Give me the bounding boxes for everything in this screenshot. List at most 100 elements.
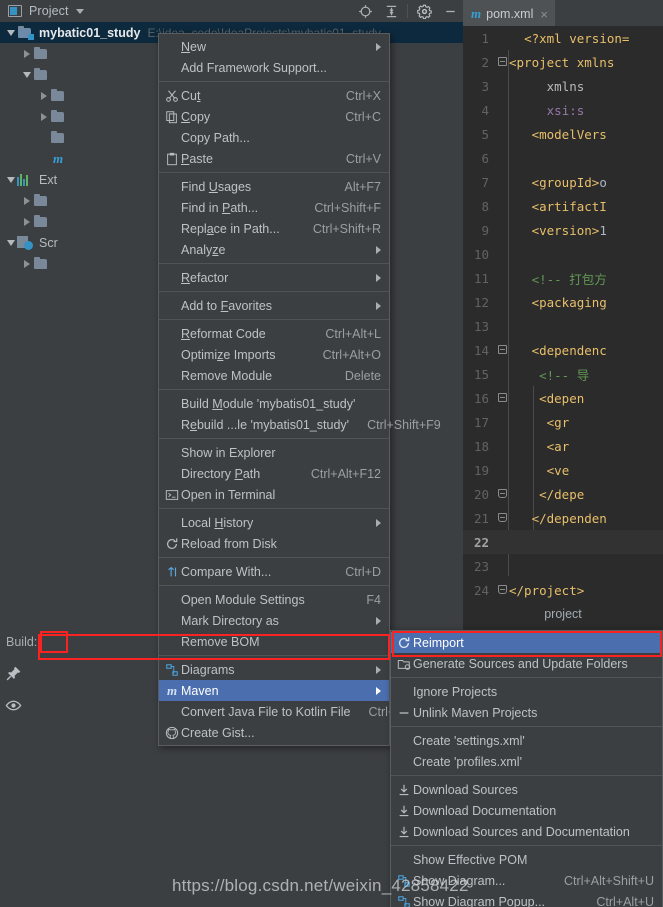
minimize-icon[interactable] [437, 0, 463, 22]
menu-item-label: Copy [181, 109, 211, 124]
folder-icon [33, 68, 49, 81]
expand-arrow-icon[interactable] [4, 236, 17, 249]
expand-arrow-icon[interactable] [37, 110, 50, 123]
menu-item-reimport[interactable]: Reimport [391, 632, 662, 653]
fold-gutter[interactable] [495, 122, 509, 146]
editor-breadcrumb[interactable]: project [463, 601, 663, 627]
menu-item-reformat-code[interactable]: Reformat Code Ctrl+Alt+L [159, 323, 389, 344]
menu-item-add-to-favorites[interactable]: Add to Favorites [159, 295, 389, 316]
fold-gutter[interactable] [495, 290, 509, 314]
menu-item-download-documentation[interactable]: Download Documentation [391, 800, 662, 821]
menu-item-paste[interactable]: Paste Ctrl+V [159, 148, 389, 169]
code-fold-icon[interactable] [498, 585, 507, 594]
fold-gutter[interactable] [495, 434, 509, 458]
fold-gutter[interactable] [495, 482, 509, 506]
menu-item-find-in-path[interactable]: Find in Path... Ctrl+Shift+F [159, 197, 389, 218]
menu-item-copy[interactable]: Copy Ctrl+C [159, 106, 389, 127]
expand-arrow-icon[interactable] [20, 215, 33, 228]
fold-gutter[interactable] [495, 578, 509, 601]
menu-item-refactor[interactable]: Refactor [159, 267, 389, 288]
code-fold-icon[interactable] [498, 393, 507, 402]
menu-item-analyze[interactable]: Analyze [159, 239, 389, 260]
locate-icon[interactable] [352, 0, 378, 22]
fold-gutter[interactable] [495, 314, 509, 338]
menu-item-ignore-projects[interactable]: Ignore Projects [391, 681, 662, 702]
menu-item-compare-with[interactable]: Compare With... Ctrl+D [159, 561, 389, 582]
fold-gutter[interactable] [495, 338, 509, 362]
menu-item-create-gist[interactable]: Create Gist... [159, 722, 389, 743]
menu-item-show-effective-pom[interactable]: Show Effective POM [391, 849, 662, 870]
close-icon[interactable]: × [540, 7, 548, 22]
menu-item-open-in-terminal[interactable]: Open in Terminal [159, 484, 389, 505]
fold-gutter[interactable] [495, 194, 509, 218]
menu-item-copy-path[interactable]: Copy Path... [159, 127, 389, 148]
menu-item-local-history[interactable]: Local History [159, 512, 389, 533]
code-fold-icon[interactable] [498, 57, 507, 66]
fold-gutter[interactable] [495, 458, 509, 482]
code-fold-icon[interactable] [498, 489, 507, 498]
fold-gutter[interactable] [495, 242, 509, 266]
editor-tab-pom-xml[interactable]: m pom.xml × [463, 0, 555, 26]
menu-item-remove-bom[interactable]: Remove BOM [159, 631, 389, 652]
chevron-down-icon[interactable] [75, 8, 84, 14]
settings-gear-icon[interactable] [411, 0, 437, 22]
expand-arrow-icon[interactable] [20, 257, 33, 270]
github-icon [163, 725, 181, 741]
fold-gutter[interactable] [495, 554, 509, 578]
code-fold-icon[interactable] [498, 513, 507, 522]
menu-item-unlink-maven-projects[interactable]: Unlink Maven Projects [391, 702, 662, 723]
menu-item-maven[interactable]: m Maven [159, 680, 389, 701]
menu-item-directory-path[interactable]: Directory Path Ctrl+Alt+F12 [159, 463, 389, 484]
fold-gutter[interactable] [495, 74, 509, 98]
menu-item-label: Local History [181, 515, 254, 530]
menu-item-mark-directory-as[interactable]: Mark Directory as [159, 610, 389, 631]
code-text: xmlns [546, 78, 585, 94]
menu-item-rebuild-le-mybatis01-study[interactable]: Rebuild ...le 'mybatis01_study' Ctrl+Shif… [159, 414, 441, 435]
expand-arrow-icon[interactable] [20, 68, 33, 81]
fold-gutter[interactable] [495, 386, 509, 410]
fold-gutter[interactable] [495, 506, 509, 530]
menu-item-find-usages[interactable]: Find Usages Alt+F7 [159, 176, 389, 197]
fold-gutter[interactable] [495, 98, 509, 122]
menu-item-add-framework-support[interactable]: Add Framework Support... [159, 57, 389, 78]
menu-item-diagrams[interactable]: Diagrams [159, 659, 389, 680]
menu-item-optimize-imports[interactable]: Optimize Imports Ctrl+Alt+O [159, 344, 389, 365]
menu-item-open-module-settings[interactable]: Open Module Settings F4 [159, 589, 389, 610]
menu-item-new[interactable]: New [159, 36, 389, 57]
menu-item-reload-from-disk[interactable]: Reload from Disk [159, 533, 389, 554]
menu-separator [159, 438, 389, 439]
fold-gutter[interactable] [495, 50, 509, 74]
menu-item-show-in-explorer[interactable]: Show in Explorer [159, 442, 389, 463]
menu-item-download-sources-and-documentation[interactable]: Download Sources and Documentation [391, 821, 662, 842]
fold-gutter[interactable] [495, 362, 509, 386]
fold-gutter[interactable] [495, 170, 509, 194]
fold-gutter[interactable] [495, 530, 509, 554]
menu-item-cut[interactable]: Cut Ctrl+X [159, 85, 389, 106]
collapse-all-icon[interactable] [378, 0, 404, 22]
code-fold-icon[interactable] [498, 345, 507, 354]
expand-arrow-icon[interactable] [37, 89, 50, 102]
expand-arrow-icon[interactable] [20, 194, 33, 207]
menu-item-download-sources[interactable]: Download Sources [391, 779, 662, 800]
menu-item-build-module-mybatis01-study[interactable]: Build Module 'mybatis01_study' [159, 393, 389, 414]
eye-icon[interactable] [4, 696, 22, 714]
code-editor[interactable]: 1 <?xml version= 2 <project xmlns 3 xmlns 4 … [463, 26, 663, 601]
fold-gutter[interactable] [495, 26, 509, 50]
expand-arrow-icon[interactable] [4, 173, 17, 186]
menu-item-create-profiles-xml[interactable]: Create 'profiles.xml' [391, 751, 662, 772]
menu-item-label: Convert Java File to Kotlin File [181, 704, 351, 719]
menu-item-label: Diagrams [181, 662, 235, 677]
menu-item-remove-module[interactable]: Remove Module Delete [159, 365, 389, 386]
fold-gutter[interactable] [495, 146, 509, 170]
fold-gutter[interactable] [495, 266, 509, 290]
pin-icon[interactable] [4, 664, 22, 682]
expand-arrow-icon[interactable] [20, 47, 33, 60]
menu-item-icon-placeholder [163, 179, 181, 195]
fold-gutter[interactable] [495, 218, 509, 242]
menu-item-convert-java-file-to-kotlin-file[interactable]: Convert Java File to Kotlin FileCtrl+Alt… [159, 701, 458, 722]
expand-arrow-icon[interactable] [4, 26, 17, 39]
menu-item-replace-in-path[interactable]: Replace in Path... Ctrl+Shift+R [159, 218, 389, 239]
menu-item-generate-sources-and-update-folders[interactable]: Generate Sources and Update Folders [391, 653, 662, 674]
fold-gutter[interactable] [495, 410, 509, 434]
menu-item-create-settings-xml[interactable]: Create 'settings.xml' [391, 730, 662, 751]
